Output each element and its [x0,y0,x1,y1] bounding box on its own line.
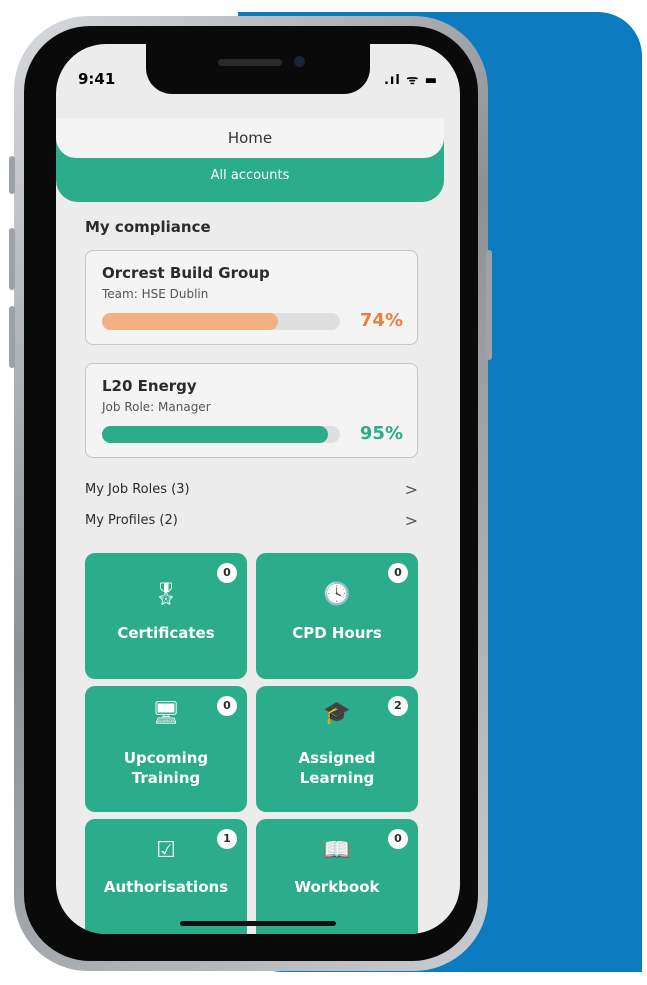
tile-label: CPD Hours [292,624,382,642]
tile-label-line2: Training [131,769,201,787]
my-job-roles-link[interactable]: My Job Roles (3) > [85,480,418,502]
home-tab[interactable]: Home [56,118,444,158]
tile-label-line2: Learning [299,769,375,787]
checklist-icon: ☑ [156,838,176,863]
compliance-card[interactable]: Orcrest Build Group Team: HSE Dublin 74% [85,250,418,345]
clock-icon: 🕓 [323,582,351,607]
cpd-hours-tile[interactable]: 0 🕓 CPD Hours [256,553,418,679]
company-name: Orcrest Build Group [102,264,270,282]
assigned-learning-tile[interactable]: 2 🎓 Assigned Learning [256,686,418,812]
progress-track [102,313,340,330]
chevron-right-icon: > [404,511,418,530]
mute-switch [9,156,15,194]
authorisations-tile[interactable]: 1 ☑ Authorisations [85,819,247,934]
account-switcher: Home All accounts [56,118,444,202]
link-label: My Job Roles (3) [85,482,190,497]
team-label: Team: HSE Dublin [102,287,209,301]
book-icon: 📖 [323,838,351,863]
graduation-cap-icon: 🎓 [323,701,351,726]
progress-track [102,426,340,443]
progress-fill [102,426,329,443]
my-profiles-link[interactable]: My Profiles (2) > [85,511,418,533]
tile-label: Authorisations [103,878,229,896]
progress-fill [102,313,279,330]
link-label: My Profiles (2) [85,513,178,528]
tile-label-line1: Assigned [298,749,376,767]
notch [146,44,370,94]
volume-up-button [9,228,15,290]
percent-label: 95% [359,423,403,444]
compliance-card[interactable]: L20 Energy Job Role: Manager 95% [85,363,418,458]
training-screen-icon: 🖥 [152,701,180,726]
signal-wifi-battery-icon: .ıl ᯤ ▬ [383,73,438,88]
tile-label-line1: Upcoming [123,749,209,767]
speaker-grille [218,59,282,66]
chevron-right-icon: > [404,480,418,499]
section-title: My compliance [85,218,211,236]
certificate-icon: 🎖 [152,582,180,607]
volume-down-button [9,306,15,368]
upcoming-training-tile[interactable]: 0 🖥 Upcoming Training [85,686,247,812]
tile-label: Workbook [294,878,380,896]
workbook-tile[interactable]: 0 📖 Workbook [256,819,418,934]
company-name: L20 Energy [102,377,197,395]
phone-screen: 9:41 .ıl ᯤ ▬ Home All accounts My compli… [56,44,460,934]
front-camera [294,56,305,67]
status-time: 9:41 [78,70,116,88]
job-role-label: Job Role: Manager [102,400,211,414]
count-badge: 0 [217,563,237,583]
power-button [486,250,492,360]
count-badge: 0 [388,563,408,583]
all-accounts-selector[interactable]: All accounts [56,168,444,183]
certificates-tile[interactable]: 0 🎖 Certificates [85,553,247,679]
home-indicator[interactable] [180,921,336,926]
percent-label: 74% [359,310,403,331]
tile-label: Certificates [117,624,215,642]
